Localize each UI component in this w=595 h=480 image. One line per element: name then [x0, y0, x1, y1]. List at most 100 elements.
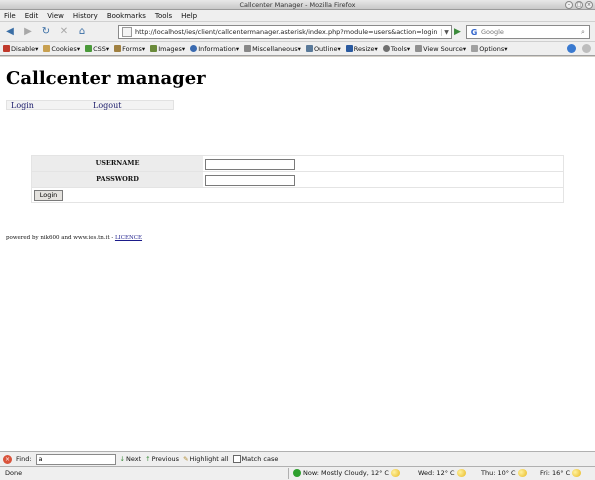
- login-form: USERNAME PASSWORD Login: [31, 155, 564, 203]
- highlight-all-button[interactable]: ✎ Highlight all: [183, 455, 228, 463]
- tools-icon: [382, 45, 390, 52]
- disable-icon: [3, 45, 10, 52]
- home-button[interactable]: ⌂: [74, 25, 90, 39]
- forward-arrow-icon: ▶: [24, 26, 32, 37]
- go-button[interactable]: ▶: [454, 27, 464, 37]
- reload-button[interactable]: ↻: [38, 25, 54, 39]
- find-label: Find:: [16, 455, 32, 463]
- information-icon: [190, 45, 198, 52]
- devbar-outline[interactable]: Outline▾: [305, 45, 341, 53]
- devbar-information[interactable]: Information▾: [190, 45, 239, 53]
- menu-view[interactable]: View: [47, 12, 64, 20]
- highlight-icon: ✎: [183, 455, 189, 463]
- weather-wed[interactable]: Wed: 12° C: [418, 469, 466, 477]
- username-row: USERNAME: [32, 156, 563, 172]
- devbar-disable[interactable]: Disable▾: [3, 45, 38, 53]
- search-icon[interactable]: ⌕: [577, 28, 589, 37]
- forward-button[interactable]: ▶: [20, 25, 36, 39]
- status-bar: Done Now: Mostly Cloudy, 12° C Wed: 12° …: [0, 466, 595, 480]
- devbar-cookies[interactable]: Cookies▾: [43, 45, 80, 53]
- username-field[interactable]: [205, 159, 295, 170]
- weather-thu[interactable]: Thu: 10° C: [481, 469, 527, 477]
- page-favicon-icon: [122, 27, 132, 37]
- window-title: Callcenter Manager - Mozilla Firefox: [239, 1, 356, 9]
- up-arrow-icon: ↑: [145, 455, 151, 463]
- password-label: PASSWORD: [32, 172, 203, 187]
- licence-link[interactable]: LICENCE: [115, 235, 142, 241]
- login-button[interactable]: Login: [34, 190, 63, 201]
- weather-fri[interactable]: Fri: 16° C: [540, 469, 582, 477]
- home-icon: ⌂: [78, 26, 86, 37]
- footer-text: powered by nik600 and www.ies.tn.it -: [6, 235, 115, 241]
- back-arrow-icon: ◀: [6, 26, 14, 37]
- address-bar[interactable]: http://localhost/ies/client/callcenterma…: [118, 25, 452, 39]
- web-developer-toolbar: Disable▾ Cookies▾ CSS▾ Forms▾ Images▾ In…: [0, 42, 595, 56]
- devbar-resize[interactable]: Resize▾: [345, 45, 378, 53]
- page-navigation: Login Logout: [6, 100, 174, 110]
- search-input[interactable]: [481, 28, 577, 36]
- match-case-checkbox[interactable]: Match case: [232, 455, 278, 463]
- options-icon: [471, 45, 479, 52]
- forms-icon: [114, 45, 122, 52]
- view-source-icon: [415, 45, 423, 52]
- validation-check-icon[interactable]: [567, 44, 576, 53]
- menu-file[interactable]: File: [4, 12, 16, 20]
- find-bar: × Find: ↓Next ↑Previous ✎Highlight all M…: [0, 451, 595, 466]
- menu-edit[interactable]: Edit: [25, 12, 39, 20]
- down-arrow-icon: ↓: [119, 455, 125, 463]
- google-engine-icon[interactable]: G: [467, 28, 481, 37]
- maximize-button[interactable]: □: [575, 1, 583, 9]
- cloudy-weather-icon: [390, 469, 400, 477]
- devbar-images[interactable]: Images▾: [150, 45, 185, 53]
- username-label: USERNAME: [32, 156, 203, 171]
- connection-status-icon: [293, 469, 301, 477]
- reload-icon: ↻: [41, 26, 51, 37]
- devbar-status-icons: [567, 44, 591, 53]
- weather-now[interactable]: Now: Mostly Cloudy, 12° C: [293, 469, 400, 477]
- find-next-button[interactable]: ↓ Next: [120, 455, 142, 463]
- outline-icon: [305, 45, 313, 52]
- search-box: G ⌕: [466, 25, 590, 39]
- sunny-weather-icon: [572, 469, 582, 477]
- cookie-icon: [43, 45, 51, 52]
- miscellaneous-icon: [244, 45, 252, 52]
- back-button[interactable]: ◀: [2, 25, 18, 39]
- navigation-toolbar: ◀ ▶ ↻ ✕ ⌂ http://localhost/ies/client/ca…: [0, 22, 595, 42]
- page-footer: powered by nik600 and www.ies.tn.it - LI…: [6, 235, 142, 241]
- page-title: Callcenter manager: [6, 68, 206, 89]
- status-separator: [288, 468, 289, 479]
- find-input[interactable]: [35, 453, 116, 465]
- devbar-options[interactable]: Options▾: [471, 45, 508, 53]
- minimize-button[interactable]: –: [565, 1, 573, 9]
- devbar-miscellaneous[interactable]: Miscellaneous▾: [244, 45, 301, 53]
- stop-button[interactable]: ✕: [56, 25, 72, 39]
- find-previous-button[interactable]: ↑ Previous: [145, 455, 179, 463]
- window-controls: – □ ×: [565, 1, 593, 9]
- chevron-down-icon[interactable]: ▼: [441, 28, 451, 36]
- images-icon: [150, 45, 158, 52]
- match-case-box[interactable]: [232, 455, 241, 463]
- resize-icon: [345, 45, 353, 52]
- logout-link[interactable]: Logout: [93, 101, 121, 110]
- password-field[interactable]: [205, 175, 295, 186]
- menu-tools[interactable]: Tools: [155, 12, 172, 20]
- sunny-weather-icon: [456, 469, 466, 477]
- devbar-tools[interactable]: Tools▾: [382, 45, 410, 53]
- menu-history[interactable]: History: [73, 12, 98, 20]
- window-titlebar: Callcenter Manager - Mozilla Firefox – □…: [0, 0, 595, 10]
- menu-help[interactable]: Help: [181, 12, 197, 20]
- menu-bookmarks[interactable]: Bookmarks: [107, 12, 146, 20]
- address-url[interactable]: http://localhost/ies/client/callcenterma…: [135, 28, 441, 36]
- password-row: PASSWORD: [32, 172, 563, 188]
- close-button[interactable]: ×: [585, 1, 593, 9]
- devbar-view-source[interactable]: View Source▾: [415, 45, 466, 53]
- menubar: File Edit View History Bookmarks Tools H…: [0, 10, 595, 22]
- close-find-icon[interactable]: ×: [3, 454, 12, 464]
- status-text: Done: [5, 469, 23, 477]
- devbar-forms[interactable]: Forms▾: [114, 45, 145, 53]
- devbar-settings-icon[interactable]: [582, 44, 591, 53]
- login-link[interactable]: Login: [11, 101, 34, 110]
- devbar-css[interactable]: CSS▾: [85, 45, 109, 53]
- page-content: Callcenter manager Login Logout USERNAME…: [0, 57, 595, 451]
- stop-icon: ✕: [59, 26, 69, 37]
